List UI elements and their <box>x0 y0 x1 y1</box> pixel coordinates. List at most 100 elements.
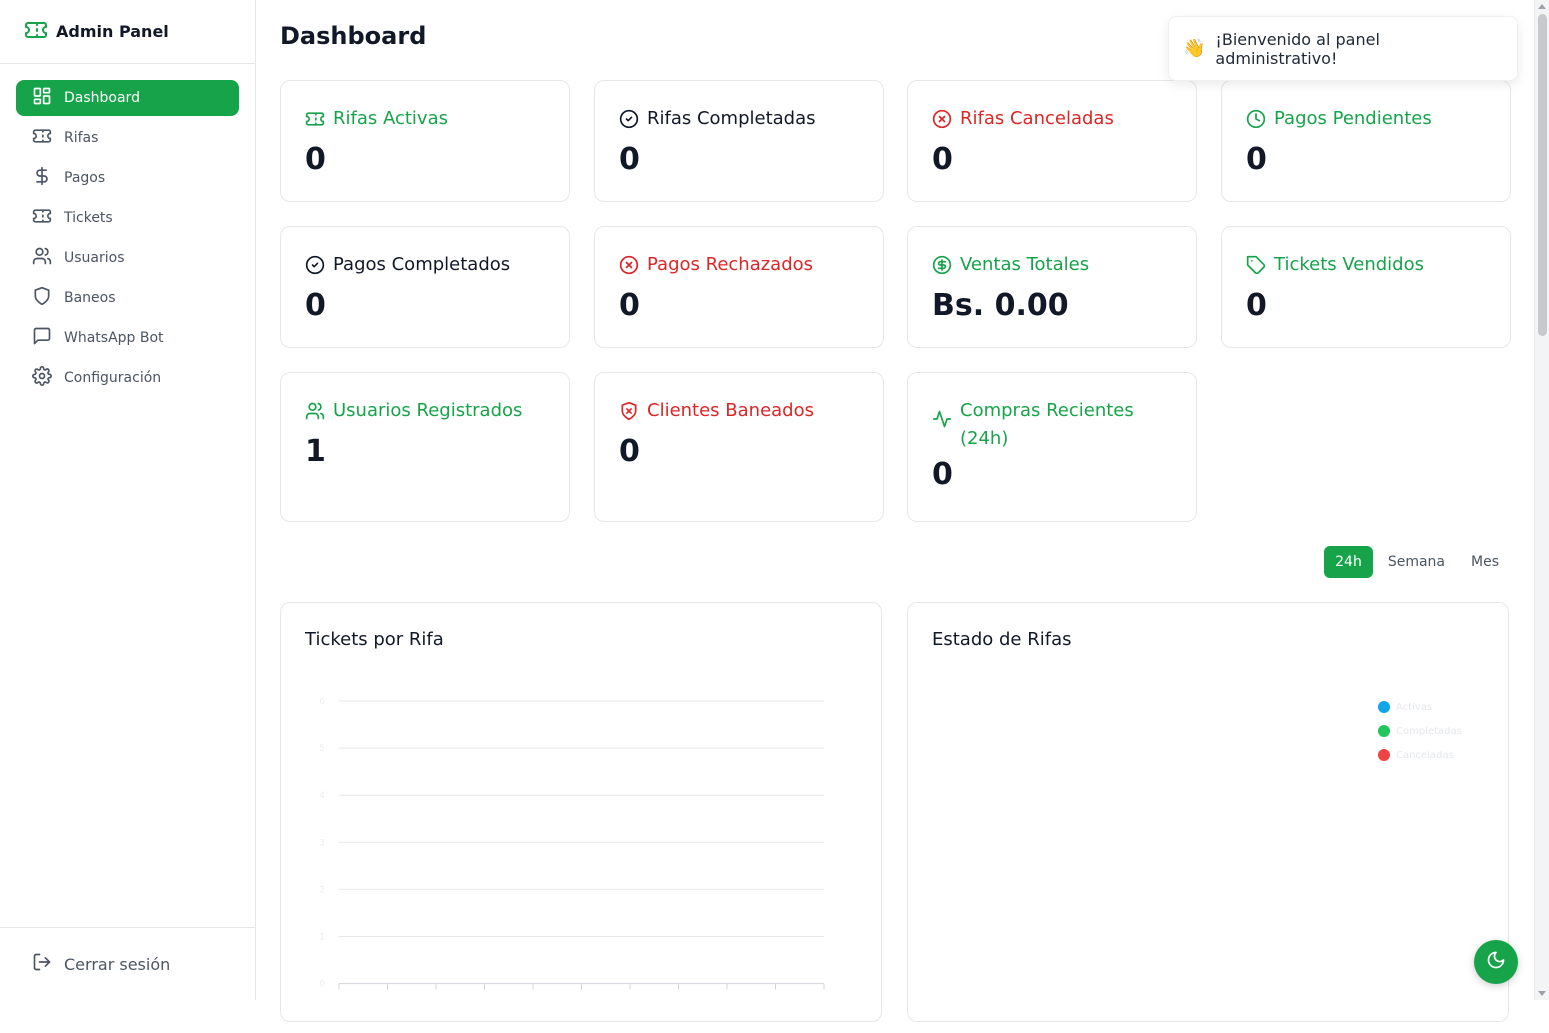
stat-card-pagos-pendientes: Pagos Pendientes 0 <box>1221 80 1511 202</box>
wave-icon: 👋 <box>1183 38 1206 59</box>
stat-label: Clientes Baneados <box>647 400 814 421</box>
stat-value: 0 <box>619 288 640 323</box>
stat-label: Pagos Completados <box>333 254 511 275</box>
y-tick-label: 2 <box>319 885 325 895</box>
chat-icon <box>32 326 52 350</box>
sidebar: Admin Panel Dashboard Rifas Pagos Ticket… <box>0 0 256 1000</box>
activity-icon <box>932 405 952 438</box>
ticket-icon <box>24 18 48 46</box>
estado-legend: Activas Completadas Canceladas <box>1378 695 1462 767</box>
stat-value: 0 <box>305 288 326 323</box>
sidebar-item-label: Configuración <box>64 370 162 386</box>
sidebar-item-baneos[interactable]: Baneos <box>16 280 239 316</box>
stat-card-pagos-rechazados: Pagos Rechazados 0 <box>594 226 884 348</box>
tickets-chart-title: Tickets por Rifa <box>305 629 444 650</box>
gear-icon <box>32 366 52 390</box>
y-tick-label: 6 <box>319 697 325 707</box>
stat-value: 0 <box>1246 288 1267 323</box>
stat-label: Rifas Completadas <box>647 108 816 129</box>
check-circle-icon <box>619 105 639 138</box>
stat-value: 0 <box>305 142 326 177</box>
range-semana-button[interactable]: Semana <box>1377 546 1456 578</box>
sidebar-item-whatsapp-bot[interactable]: WhatsApp Bot <box>16 320 239 356</box>
users-icon <box>32 246 52 270</box>
dollar-circle-icon <box>932 251 952 284</box>
users-icon <box>305 397 325 430</box>
stat-card-header: Pagos Rechazados <box>619 251 859 284</box>
stat-card-header: Tickets Vendidos <box>1246 251 1486 284</box>
scroll-up-arrow[interactable] <box>1538 4 1546 9</box>
stat-value: 0 <box>619 142 640 177</box>
stat-card-header: Rifas Completadas <box>619 105 859 138</box>
stat-card-compras-recientes: Compras Recientes (24h) 0 <box>907 372 1197 522</box>
dashboard-icon <box>32 86 52 110</box>
check-circle-icon <box>305 251 325 284</box>
stat-card-tickets-vendidos: Tickets Vendidos 0 <box>1221 226 1511 348</box>
stat-card-usuarios-registrados: Usuarios Registrados 1 <box>280 372 570 522</box>
y-tick-label: 1 <box>319 933 325 943</box>
shield-icon <box>32 286 52 310</box>
stat-card-header: Rifas Canceladas <box>932 105 1172 138</box>
legend-item-completadas[interactable]: Completadas <box>1378 719 1462 743</box>
stat-label: Pagos Pendientes <box>1274 108 1432 129</box>
sidebar-item-rifas[interactable]: Rifas <box>16 120 239 156</box>
sidebar-item-label: Usuarios <box>64 250 125 266</box>
scroll-down-arrow[interactable] <box>1538 991 1546 996</box>
legend-dot <box>1378 701 1390 713</box>
range-mes-button[interactable]: Mes <box>1460 546 1510 578</box>
range-24h-button[interactable]: 24h <box>1324 546 1373 578</box>
estado-chart-title: Estado de Rifas <box>932 629 1072 650</box>
stat-card-header: Clientes Baneados <box>619 397 859 430</box>
stat-card-rifas-canceladas: Rifas Canceladas 0 <box>907 80 1197 202</box>
legend-item-canceladas[interactable]: Canceladas <box>1378 743 1462 767</box>
scroll-thumb[interactable] <box>1538 14 1547 336</box>
stat-value: 0 <box>619 434 640 469</box>
sidebar-item-dashboard[interactable]: Dashboard <box>16 80 239 116</box>
stat-card-clientes-baneados: Clientes Baneados 0 <box>594 372 884 522</box>
sidebar-item-configuracion[interactable]: Configuración <box>16 360 239 396</box>
stat-card-header: Compras Recientes (24h) <box>932 397 1172 453</box>
stat-label: Rifas Canceladas <box>960 108 1114 129</box>
app-title: Admin Panel <box>56 22 169 41</box>
stat-value: 1 <box>305 434 326 469</box>
shield-x-icon <box>619 397 639 430</box>
y-tick-label: 5 <box>319 744 325 754</box>
clock-icon <box>1246 105 1266 138</box>
sidebar-item-label: Baneos <box>64 290 116 306</box>
sidebar-item-usuarios[interactable]: Usuarios <box>16 240 239 276</box>
logout-button[interactable]: Cerrar sesión <box>0 927 255 1000</box>
sidebar-item-tickets[interactable]: Tickets <box>16 200 239 236</box>
stat-card-rifas-activas: Rifas Activas 0 <box>280 80 570 202</box>
ticket-icon <box>305 105 325 138</box>
welcome-toast[interactable]: 👋 ¡Bienvenido al panel administrativo! <box>1168 16 1518 81</box>
y-tick-label: 3 <box>319 838 325 848</box>
tickets-chart-panel: Tickets por Rifa 6 5 4 3 2 1 0 <box>280 602 882 1022</box>
legend-dot <box>1378 725 1390 737</box>
stat-card-pagos-completados: Pagos Completados 0 <box>280 226 570 348</box>
legend-item-activas[interactable]: Activas <box>1378 695 1462 719</box>
toast-message: ¡Bienvenido al panel administrativo! <box>1215 29 1380 68</box>
stat-card-header: Ventas Totales <box>932 251 1172 284</box>
x-circle-icon <box>619 251 639 284</box>
x-circle-icon <box>932 105 952 138</box>
page-scrollbar[interactable] <box>1534 0 1549 1000</box>
stat-label: Rifas Activas <box>333 108 448 129</box>
brand[interactable]: Admin Panel <box>0 0 255 64</box>
ticket-icon <box>32 126 52 150</box>
moon-icon <box>1486 950 1506 974</box>
sidebar-item-label: Pagos <box>64 170 106 186</box>
stat-label: Tickets Vendidos <box>1274 254 1424 275</box>
y-tick-label: 4 <box>319 791 325 801</box>
stat-value: 0 <box>932 142 953 177</box>
stat-label: Ventas Totales <box>960 254 1090 275</box>
stat-label: Compras Recientes (24h) <box>960 400 1134 449</box>
stat-value: 0 <box>932 457 953 492</box>
stat-card-rifas-completadas: Rifas Completadas 0 <box>594 80 884 202</box>
dollar-icon <box>32 166 52 190</box>
y-tick-label: 0 <box>319 980 325 990</box>
sidebar-item-label: WhatsApp Bot <box>64 330 164 346</box>
theme-toggle-button[interactable] <box>1474 940 1518 984</box>
sidebar-nav: Dashboard Rifas Pagos Tickets Usuarios B… <box>0 64 255 416</box>
stat-card-header: Rifas Activas <box>305 105 545 138</box>
sidebar-item-pagos[interactable]: Pagos <box>16 160 239 196</box>
